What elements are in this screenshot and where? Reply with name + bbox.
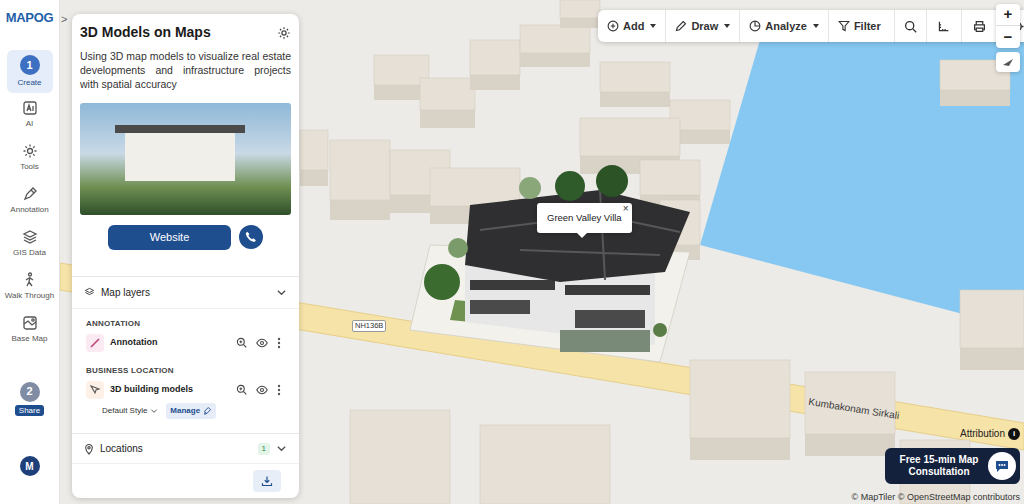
walk-icon — [22, 272, 38, 288]
step-badge: 1 — [20, 55, 40, 75]
more-icon[interactable] — [277, 337, 281, 349]
phone-button[interactable] — [239, 225, 263, 249]
popup-close-button[interactable]: × — [623, 203, 629, 215]
pencil-icon — [675, 20, 687, 32]
rail-item[interactable]: Tools — [7, 136, 53, 179]
toolbar-button[interactable]: Filter — [829, 10, 895, 42]
tool-icon-box — [22, 186, 38, 202]
eye-icon[interactable] — [256, 384, 268, 396]
website-button[interactable]: Website — [108, 225, 231, 250]
toolbar-button[interactable]: Analyze — [740, 10, 829, 42]
layer-group: ANNOTATIONAnnotation — [72, 309, 299, 356]
annotation-icon — [22, 186, 38, 202]
basemap-icon — [22, 315, 38, 331]
pin-icon — [84, 443, 94, 455]
paint-icon — [203, 406, 212, 415]
toolbar-button[interactable]: Add — [598, 10, 666, 42]
user-avatar[interactable]: M — [20, 456, 40, 476]
compass-button[interactable] — [996, 52, 1020, 72]
zoom-in-button[interactable]: + — [996, 4, 1020, 26]
zoom-to-icon[interactable] — [236, 337, 247, 348]
rail-item[interactable]: Walk Through — [7, 265, 53, 308]
search-icon — [904, 20, 917, 33]
layer-style-row: Default Style Manage — [86, 403, 285, 421]
ruler-icon — [937, 20, 950, 33]
filter-icon — [838, 20, 850, 32]
rail-item[interactable]: GIS Data — [7, 222, 53, 265]
zoom-out-button[interactable]: − — [996, 26, 1020, 48]
count-badge: 1 — [258, 443, 270, 455]
chart-icon — [749, 20, 761, 32]
map-layers-header[interactable]: Map layers — [72, 276, 299, 308]
zoom-to-icon[interactable] — [236, 384, 247, 395]
gis-layers-icon — [22, 229, 38, 245]
tool-icon-box — [22, 315, 38, 331]
eye-icon[interactable] — [256, 337, 268, 349]
add-icon — [607, 20, 619, 32]
layers-icon — [84, 287, 95, 298]
layer-row[interactable]: 3D building models — [86, 377, 285, 403]
logo[interactable]: MAPOG — [6, 0, 54, 36]
listing-photo — [80, 103, 291, 215]
phone-icon — [245, 231, 257, 243]
attribution-toggle[interactable]: Attributioni — [960, 426, 1020, 441]
tools-icon — [22, 143, 38, 159]
rail-item[interactable]: 2Share — [7, 377, 53, 420]
layer-row[interactable]: Annotation — [86, 330, 285, 356]
tool-icon-box — [22, 100, 38, 116]
chevron-icon[interactable] — [276, 287, 287, 298]
layer-list: ANNOTATIONAnnotationBUSINESS LOCATION3D … — [72, 308, 299, 421]
map-area[interactable]: 3D Models on Maps Using 3D map models to … — [60, 0, 1024, 504]
download-icon — [261, 475, 273, 487]
search-button[interactable] — [895, 10, 927, 42]
villa-model[interactable] — [410, 165, 690, 362]
side-panel: 3D Models on Maps Using 3D map models to … — [72, 14, 299, 498]
style-select[interactable]: Default Style — [102, 405, 158, 417]
info-icon: i — [1008, 428, 1020, 440]
tool-icon-box — [22, 143, 38, 159]
panel-title: 3D Models on Maps — [80, 22, 211, 43]
road-label: NH136B — [352, 320, 386, 332]
water — [700, 40, 1024, 330]
compass-icon — [1002, 56, 1014, 68]
toolbar-button[interactable]: Draw — [666, 10, 740, 42]
manage-button[interactable]: Manage — [166, 403, 216, 419]
tool-icon-box — [22, 229, 38, 245]
more-icon[interactable] — [277, 384, 281, 396]
gear-icon[interactable] — [277, 26, 291, 40]
map-credits: © MapTiler © OpenStreetMap contributors — [852, 492, 1021, 503]
consultation-button[interactable]: Free 15-min Map Consultation — [885, 448, 1020, 484]
step-badge: 2 — [20, 382, 40, 402]
print-button[interactable] — [962, 10, 998, 42]
caret-icon — [813, 24, 819, 28]
panel-description: Using 3D map models to visualize real es… — [72, 49, 299, 91]
chat-icon — [994, 458, 1010, 474]
rail-item[interactable]: Annotation — [7, 179, 53, 222]
download-button[interactable] — [253, 470, 281, 492]
layer-group: BUSINESS LOCATION3D building modelsDefau… — [72, 356, 299, 421]
side-rail: MAPOG 1CreateAIToolsAnnotationGIS DataWal… — [0, 0, 60, 504]
rail-item[interactable]: AI — [7, 93, 53, 136]
collapse-rail-button[interactable]: > — [61, 11, 67, 28]
print-icon — [973, 20, 986, 33]
zoom-controls: +− — [996, 4, 1020, 72]
chat-button[interactable] — [988, 452, 1016, 480]
measure-button[interactable] — [927, 10, 962, 42]
rail-item[interactable]: 1Create — [7, 50, 53, 93]
line-layer-icon — [86, 334, 104, 352]
chevron-icon[interactable] — [276, 443, 287, 454]
locations-row[interactable]: Locations1 — [72, 433, 299, 463]
caret-icon — [650, 24, 656, 28]
ai-icon — [22, 100, 38, 116]
tool-icon-box — [22, 272, 38, 288]
caret-icon — [724, 24, 730, 28]
map-popup: Green Valley Villa× — [537, 203, 632, 233]
map-toolbar: AddDrawAnalyzeFilter — [598, 10, 1024, 42]
rail-item[interactable]: Base Map — [7, 308, 53, 351]
model-layer-icon — [86, 381, 104, 399]
